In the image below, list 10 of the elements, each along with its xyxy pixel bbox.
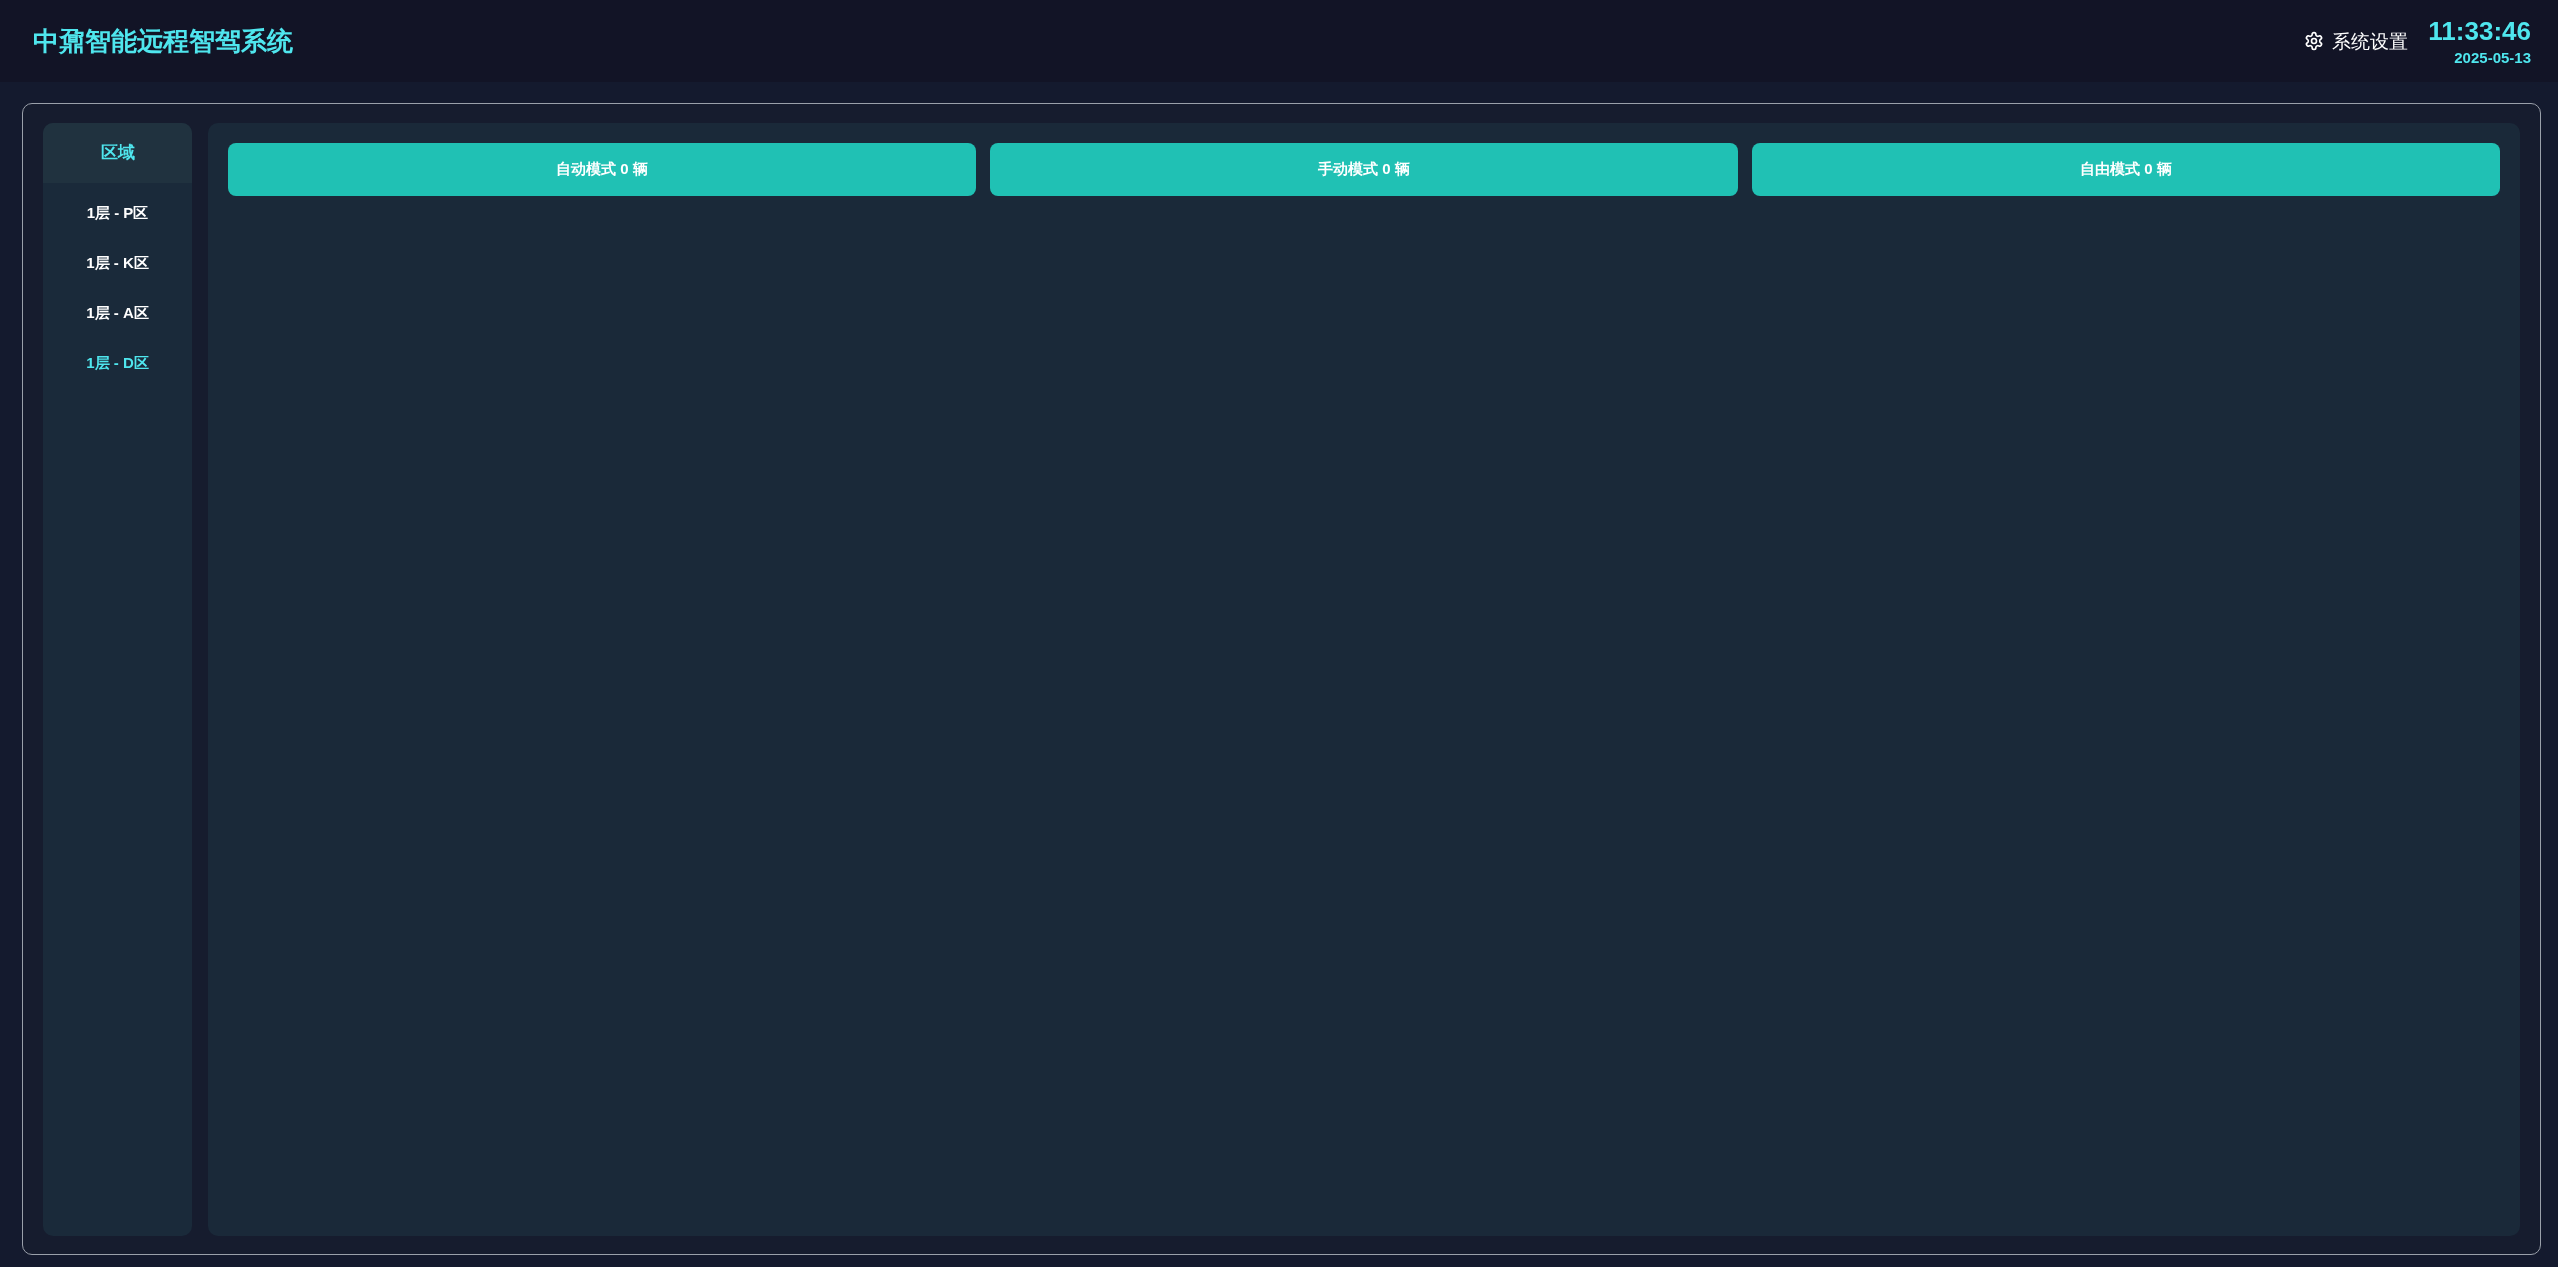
app-title: 中鼐智能远程智驾系统 [33, 28, 293, 54]
settings-button[interactable]: 系统设置 [2304, 31, 2409, 51]
zone-item[interactable]: 1层 - A区 [43, 288, 192, 338]
clock-date: 2025-05-13 [2454, 49, 2531, 65]
clock-time: 11:33:46 [2428, 17, 2531, 44]
settings-icon [2304, 31, 2325, 51]
sidebar-header: 区域 [43, 123, 192, 183]
zone-item[interactable]: 1层 - K区 [43, 238, 192, 288]
zone-item[interactable]: 1层 - D区 [43, 338, 192, 388]
zone-item[interactable]: 1层 - P区 [43, 188, 192, 238]
